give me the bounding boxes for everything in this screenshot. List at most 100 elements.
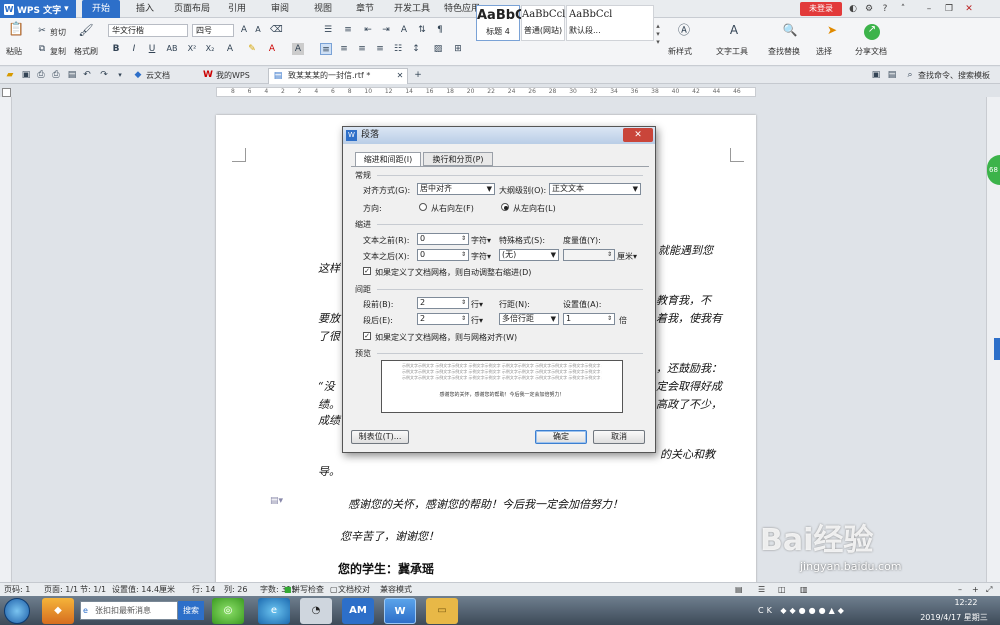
italic-icon[interactable]: I — [128, 43, 140, 55]
line-spacing-icon[interactable]: ↕ — [410, 43, 422, 55]
view-page-icon[interactable]: ▤ — [735, 583, 743, 596]
tab-references[interactable]: 引用 — [222, 0, 252, 18]
chinese-layout-icon[interactable]: A — [398, 24, 410, 36]
spinner-icon[interactable]: ⇕ — [461, 314, 466, 324]
status-page[interactable]: 页码: 1 — [4, 583, 30, 596]
styles-scroll[interactable]: ▴ ▾ ▾ — [654, 22, 662, 62]
tab-line-page-breaks[interactable]: 换行和分页(P) — [423, 152, 493, 166]
status-col[interactable]: 列: 26 — [224, 583, 247, 596]
horizontal-ruler[interactable]: 8 6 4 2 2 4 6 8 10 12 14 16 18 20 22 24 26 28 30 32 34 36 38 40… — [216, 87, 756, 97]
measure-input[interactable]: ⇕ — [563, 249, 615, 261]
search-input[interactable]: e 张扣扣最新消息 — [80, 601, 178, 620]
save-icon[interactable]: ▣ — [20, 69, 32, 81]
paste-label[interactable]: 粘贴 — [6, 46, 22, 57]
open-folder-icon[interactable]: ▰ — [4, 69, 16, 81]
toolbar-icon[interactable]: ▤ — [886, 69, 898, 81]
grid-align-label[interactable]: 如果定义了文档网格，则与网格对齐(W) — [375, 332, 517, 343]
tab-indent-spacing[interactable]: 缩进和间距(I) — [355, 152, 421, 167]
font-size-combo[interactable]: 四号 — [192, 24, 234, 37]
view-read-icon[interactable]: ▥ — [800, 583, 808, 596]
clear-format-icon[interactable]: ⌫ — [270, 24, 283, 36]
font-color-icon[interactable]: A — [266, 43, 278, 55]
clock-time[interactable]: 12:22 — [936, 598, 996, 607]
start-button[interactable] — [4, 598, 30, 624]
after-input[interactable]: 2 ⇕ — [417, 313, 469, 325]
print-icon[interactable]: ⎙ — [50, 69, 62, 81]
setting-input[interactable]: 1 ⇕ — [563, 313, 615, 325]
tab-review[interactable]: 审阅 — [265, 0, 295, 18]
cancel-button[interactable]: 取消 — [593, 430, 645, 444]
grow-font-icon[interactable]: A — [238, 24, 250, 36]
help-icon[interactable]: ? — [878, 2, 892, 16]
export-icon[interactable]: ⎙ — [35, 69, 47, 81]
tray-icons[interactable]: CK ◆◆●●●▲◆ — [758, 606, 847, 615]
redo-icon[interactable]: ↷ — [98, 69, 110, 81]
numbered-list-icon[interactable]: ≡ — [342, 24, 354, 36]
status-setting[interactable]: 设置值: 14.4厘米 — [112, 583, 175, 596]
status-row[interactable]: 行: 14 — [192, 583, 215, 596]
format-painter-icon[interactable]: 🖌 — [78, 24, 94, 40]
command-search[interactable]: 查找命令、搜索模板 — [914, 68, 994, 83]
dialog-close-button[interactable]: ✕ — [623, 128, 653, 142]
browser-360-icon[interactable]: ◎ — [212, 598, 244, 624]
align-select[interactable]: 居中对齐 ▼ — [417, 183, 495, 195]
show-marks-icon[interactable]: ¶ — [434, 24, 446, 36]
zoom-out-icon[interactable]: – — [958, 583, 962, 596]
tab-chapter[interactable]: 章节 — [350, 0, 380, 18]
unit-cm[interactable]: 厘米▾ — [617, 251, 637, 262]
after-text-input[interactable]: 0 ⇕ — [417, 249, 469, 261]
unit-char[interactable]: 字符▾ — [471, 235, 491, 246]
tabs-button[interactable]: 制表位(T)... — [351, 430, 409, 444]
tab-list-icon[interactable]: ▣ — [870, 69, 882, 81]
spinner-icon[interactable]: ⇕ — [461, 250, 466, 260]
subscript-icon[interactable]: X₂ — [204, 43, 216, 55]
align-center-icon[interactable]: ≡ — [338, 43, 350, 55]
unit-line[interactable]: 行▾ — [471, 299, 483, 310]
char-shading-icon[interactable]: A — [292, 43, 304, 55]
grid-align-checkbox[interactable]: ✓ — [363, 332, 371, 340]
tab-view[interactable]: 视图 — [308, 0, 338, 18]
view-outline-icon[interactable]: ☰ — [758, 583, 765, 596]
qq-icon[interactable]: ◔ — [300, 598, 332, 624]
sort-icon[interactable]: ⇅ — [416, 24, 428, 36]
ie-taskbar-icon[interactable]: e — [258, 598, 290, 624]
distribute-icon[interactable]: ☷ — [392, 43, 404, 55]
style-heading4[interactable]: AaBbC 标题 4 — [476, 5, 525, 41]
ltr-label[interactable]: 从左向右(L) — [513, 203, 556, 214]
text-effect-icon[interactable]: A — [224, 43, 236, 55]
dialog-titlebar[interactable]: W 段落 — [343, 127, 655, 144]
share-icon[interactable]: ↗ — [864, 24, 880, 40]
skin-icon[interactable]: ◐ — [846, 2, 860, 16]
minimize-icon[interactable]: – — [922, 2, 936, 16]
decrease-indent-icon[interactable]: ⇤ — [362, 24, 374, 36]
unit-char[interactable]: 字符▾ — [471, 251, 491, 262]
login-button[interactable]: 未登录 — [800, 2, 842, 16]
superscript-icon[interactable]: X² — [186, 43, 198, 55]
ltr-radio[interactable] — [501, 203, 509, 211]
chevron-up-icon[interactable]: ˄ — [896, 2, 910, 16]
font-name-combo[interactable]: 华文行楷 — [108, 24, 188, 37]
style-normal-web[interactable]: AaBbCcl 普通(网站) — [521, 5, 565, 41]
tab-stop-selector[interactable] — [2, 88, 11, 97]
copy-label[interactable]: 复制 — [50, 46, 66, 57]
text-tools-label[interactable]: 文字工具 — [716, 46, 748, 57]
ok-button[interactable]: 确定 — [535, 430, 587, 444]
tab-home[interactable]: 开始 — [82, 0, 120, 18]
view-web-icon[interactable]: ◫ — [778, 583, 786, 596]
settings-icon[interactable]: ⚙ — [862, 2, 876, 16]
spinner-icon[interactable]: ⇕ — [607, 250, 612, 260]
preview-icon[interactable]: ▤ — [66, 69, 78, 81]
unit-line[interactable]: 行▾ — [471, 315, 483, 326]
paragraph-handle-icon[interactable]: ▤▾ — [270, 496, 283, 506]
align-right-icon[interactable]: ≡ — [356, 43, 368, 55]
spinner-icon[interactable]: ⇕ — [607, 314, 612, 324]
close-tab-icon[interactable]: ✕ — [394, 70, 406, 82]
highlight-icon[interactable]: ✎ — [246, 43, 258, 55]
wps-app-menu-button[interactable]: W WPS 文字 ▾ — [0, 0, 76, 18]
share-doc-label[interactable]: 分享文档 — [855, 46, 887, 57]
tab-my-wps[interactable]: 我的WPS — [212, 68, 254, 83]
cut-icon[interactable]: ✂ — [36, 25, 48, 37]
shading-icon[interactable]: ▨ — [432, 43, 444, 55]
status-pages[interactable]: 页面: 1/1 — [44, 583, 78, 596]
tab-page-layout[interactable]: 页面布局 — [170, 0, 214, 18]
